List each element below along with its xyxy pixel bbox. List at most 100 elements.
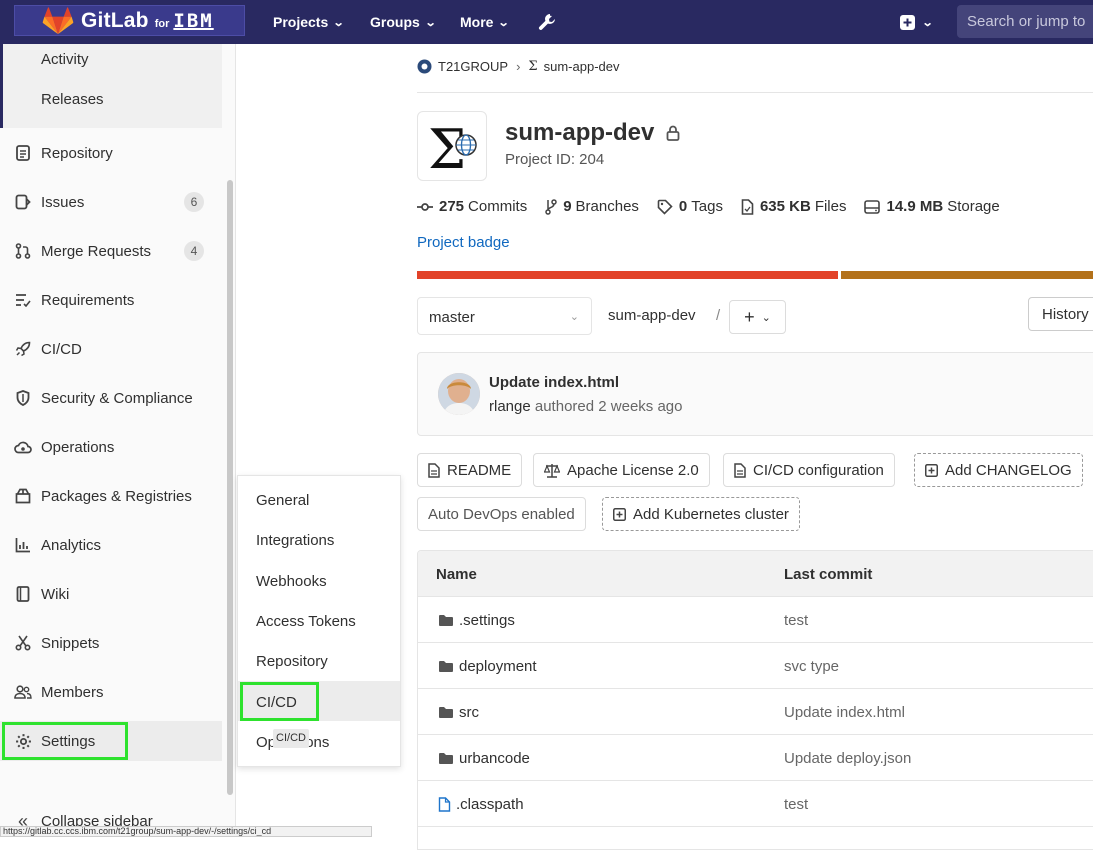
file-name[interactable]: .settings [459,612,515,629]
file-name[interactable]: .classpath [456,796,524,813]
last-commit-message[interactable]: Update deploy.json [784,750,911,767]
table-row[interactable]: .classpath test [418,781,1093,827]
sidebar-item-wiki[interactable]: Wiki [0,574,222,614]
flyout-item-integrations[interactable]: Integrations [256,532,334,549]
folder-icon [438,752,454,765]
project-avatar: Σ [417,111,487,181]
sidebar-item-security[interactable]: Security & Compliance [0,378,222,418]
sidebar-scrollbar[interactable] [227,180,233,795]
branch-icon [545,198,557,215]
commit-time: authored 2 weeks ago [534,398,683,415]
commit-icon [417,202,433,211]
sidebar-item-label: Merge Requests [41,242,152,260]
search-input[interactable]: Search or jump to [957,5,1093,38]
last-commit-message[interactable]: svc type [784,658,839,675]
nav-more[interactable]: More ⌄ [460,0,510,44]
sidebar-item-members[interactable]: Members [0,672,222,712]
flyout-item-webhooks[interactable]: Webhooks [256,573,327,590]
admin-wrench-button[interactable] [537,0,557,44]
path-separator: / [716,307,721,324]
gitlab-logo[interactable]: GitLab for IBM [14,5,245,36]
table-row[interactable]: .settings test [418,597,1093,643]
repo-path[interactable]: sum-app-dev [608,307,696,324]
sidebar-subitem-releases[interactable]: Releases [41,91,104,108]
breadcrumb: T21GROUP › Σ sum-app-dev [417,59,620,74]
sidebar-item-packages[interactable]: Packages & Registries [0,476,222,516]
sigma-globe-icon: Σ [428,118,477,181]
sidebar-item-snippets[interactable]: Snippets [0,623,222,663]
sidebar-item-label: Packages & Registries [41,487,192,505]
breadcrumb-group[interactable]: T21GROUP [438,59,508,74]
branch-selector[interactable]: master ⌄ [417,297,592,335]
add-changelog-button[interactable]: Add CHANGELOG [914,453,1083,487]
scissors-icon [14,634,32,652]
sidebar-item-label: Members [41,683,104,701]
sidebar-item-issues[interactable]: Issues 6 [0,182,222,222]
sidebar-subitem-activity[interactable]: Activity [41,51,89,68]
stat-files[interactable]: 635 KB Files [741,198,846,215]
commit-title[interactable]: Update index.html [489,374,619,391]
history-button[interactable]: History [1028,297,1093,331]
nav-groups[interactable]: Groups ⌄ [370,0,437,44]
file-name[interactable]: urbancode [459,750,530,767]
sidebar-item-cicd[interactable]: CI/CD [0,329,222,369]
sidebar-item-requirements[interactable]: Requirements [0,280,222,320]
logo-brand: IBM [173,9,214,32]
sidebar-item-merge-requests[interactable]: Merge Requests 4 [0,231,222,271]
last-commit-message[interactable]: test [784,796,808,813]
plus-icon: + [744,306,755,327]
sidebar-item-operations[interactable]: Operations [0,427,222,467]
avatar[interactable] [438,373,480,415]
last-commit-message[interactable]: Update index.html [784,704,905,721]
table-row[interactable]: deployment svc type [418,643,1093,689]
file-name[interactable]: src [459,704,479,721]
language-bar-segment-secondary[interactable] [841,271,1093,279]
stat-storage[interactable]: 14.9 MB Storage [864,198,1000,215]
settings-flyout-menu: General Integrations Webhooks Access Tok… [237,475,401,767]
file-name[interactable]: deployment [459,658,537,675]
project-title: sum-app-dev [505,119,680,147]
flyout-item-access-tokens[interactable]: Access Tokens [256,613,356,630]
readme-button[interactable]: README [417,453,523,487]
package-icon [14,487,32,505]
table-row[interactable]: src Update index.html [418,689,1093,735]
table-row[interactable]: urbancode Update deploy.json [418,735,1093,781]
language-bar-segment-primary[interactable] [417,271,838,279]
file-text-icon [428,462,440,478]
breadcrumb-project[interactable]: sum-app-dev [544,59,620,74]
last-commit-message[interactable]: test [784,612,808,629]
chart-icon [14,536,32,554]
group-avatar-icon [417,59,432,74]
shield-icon [14,389,32,407]
stat-commits[interactable]: 275 Commits [417,198,527,215]
commit-author[interactable]: rlange [489,398,531,415]
flyout-item-general[interactable]: General [256,492,309,509]
chevron-down-icon: ⌄ [921,16,934,29]
project-name: sum-app-dev [505,119,655,146]
folder-icon [438,614,454,627]
project-badge-link[interactable]: Project badge [417,234,510,251]
add-to-tree-button[interactable]: + ⌄ [729,300,786,334]
cicd-configuration-button[interactable]: CI/CD configuration [723,453,895,487]
plus-square-icon [613,507,626,521]
chevron-down-icon: ⌄ [569,311,579,323]
license-button[interactable]: Apache License 2.0 [533,453,710,487]
folder-icon [438,706,454,719]
sidebar-item-analytics[interactable]: Analytics [0,525,222,565]
chevron-down-icon: ⌄ [424,16,437,29]
new-item-button[interactable]: ⌄ [900,0,934,44]
sidebar-item-label: Snippets [41,634,100,652]
column-header-last-commit: Last commit [784,566,873,583]
merge-requests-count-badge: 4 [184,241,204,261]
requirements-icon [14,291,32,309]
auto-devops-button[interactable]: Auto DevOps enabled [417,497,586,531]
sidebar-item-repository[interactable]: Repository [0,133,222,173]
stat-tags[interactable]: 0 Tags [657,198,723,215]
add-kubernetes-cluster-button[interactable]: Add Kubernetes cluster [602,497,800,531]
sidebar-item-label: Operations [41,438,115,456]
flyout-item-repository[interactable]: Repository [256,653,328,670]
stat-branches[interactable]: 9 Branches [545,198,639,215]
nav-projects[interactable]: Projects ⌄ [273,0,345,44]
merge-request-icon [14,242,32,260]
doc-icon [14,144,32,162]
